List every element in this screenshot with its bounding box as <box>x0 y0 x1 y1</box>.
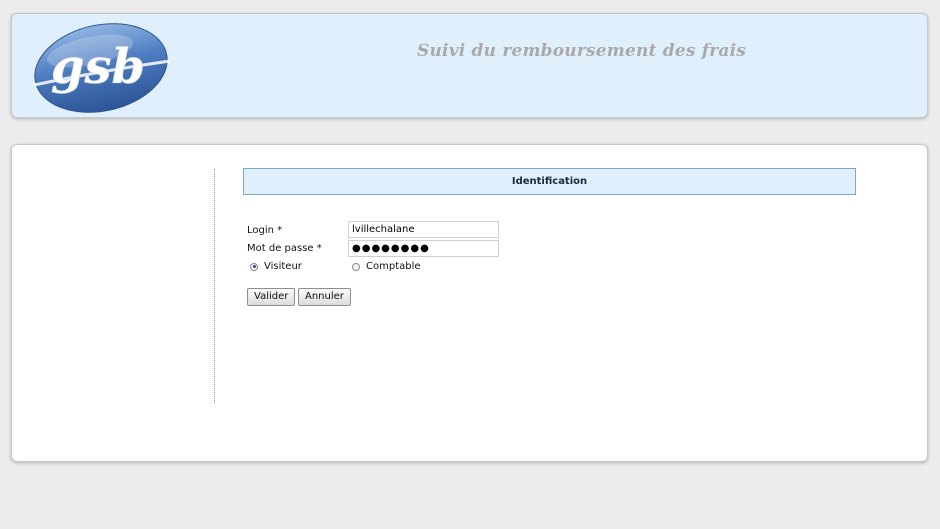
app-title: Suivi du remboursement des frais <box>417 41 747 61</box>
radio-visiteur-label: Visiteur <box>264 261 302 272</box>
radio-visiteur[interactable]: Visiteur <box>250 261 302 272</box>
radio-comptable[interactable]: Comptable <box>352 261 421 272</box>
login-input[interactable] <box>348 221 499 238</box>
radio-checked-icon[interactable] <box>250 262 258 271</box>
login-label: Login * <box>247 225 283 236</box>
logo-text: gsb <box>51 39 145 95</box>
cancel-button[interactable]: Annuler <box>298 288 351 306</box>
vertical-divider <box>214 169 215 403</box>
main-panel: Identification Login * Mot de passe * Vi… <box>11 144 928 462</box>
radio-unchecked-icon[interactable] <box>352 262 360 271</box>
password-label: Mot de passe * <box>247 243 322 254</box>
section-title: Identification <box>243 168 856 195</box>
password-input[interactable] <box>348 240 499 257</box>
submit-button[interactable]: Valider <box>247 288 296 306</box>
radio-comptable-label: Comptable <box>366 261 421 272</box>
gsb-logo: gsb <box>30 21 172 113</box>
app-header: gsb Suivi du remboursement des frais <box>11 13 928 118</box>
